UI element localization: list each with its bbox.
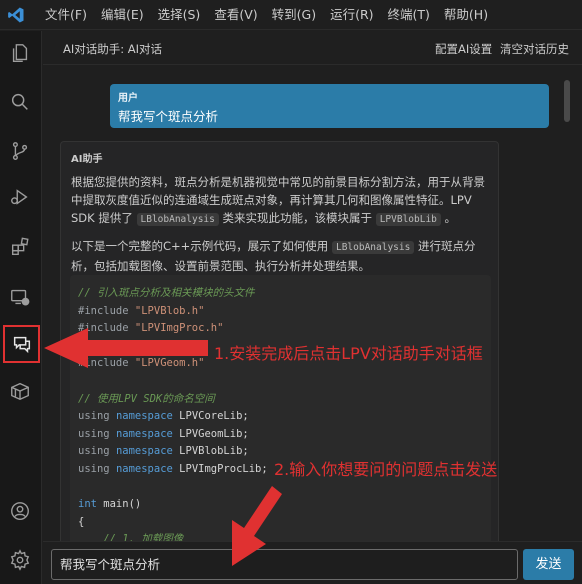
- source-control-icon[interactable]: [0, 129, 40, 173]
- menu-file[interactable]: 文件(F): [38, 0, 94, 30]
- activity-bar: [0, 31, 42, 584]
- code-line: #include "LPVBlob.h": [78, 304, 205, 317]
- remote-explorer-icon[interactable]: [0, 275, 40, 319]
- send-button[interactable]: 发送: [523, 549, 574, 580]
- settings-gear-icon[interactable]: [0, 538, 40, 582]
- vscode-logo-icon: [2, 0, 30, 30]
- menu-help[interactable]: 帮助(H): [437, 0, 495, 30]
- annotation-step-2: 2.输入你想要问的问题点击发送: [274, 460, 498, 479]
- extensions-icon[interactable]: [0, 225, 40, 269]
- menu-bar: 文件(F) 编辑(E) 选择(S) 查看(V) 转到(G) 运行(R) 终端(T…: [38, 0, 495, 30]
- ai-paragraph-2: 以下是一个完整的C++示例代码，展示了如何使用 LBlobAnalysis 进行…: [71, 239, 476, 273]
- code-block: // 引入斑点分析及相关模块的头文件 #include "LPVBlob.h" …: [70, 275, 491, 541]
- menu-go[interactable]: 转到(G): [265, 0, 323, 30]
- user-label: 用户: [118, 93, 138, 104]
- package-icon[interactable]: [0, 369, 40, 413]
- input-bar: 帮我写个斑点分析 发送: [43, 541, 582, 584]
- run-debug-icon[interactable]: [0, 175, 40, 219]
- account-icon[interactable]: [0, 489, 40, 533]
- chat-panel: AI对话助手: AI对话 配置AI设置 清空对话历史 用户 帮我写个斑点分析 A…: [43, 31, 582, 584]
- menu-selection[interactable]: 选择(S): [151, 0, 208, 30]
- inline-code: LBlobAnalysis: [136, 213, 219, 226]
- ai-label: AI助手: [71, 154, 103, 165]
- annotation-step-1: 1.安装完成后点击LPV对话助手对话框: [214, 344, 483, 363]
- code-comment: // 引入斑点分析及相关模块的头文件: [78, 287, 255, 299]
- menu-view[interactable]: 查看(V): [207, 0, 264, 30]
- explorer-icon[interactable]: [0, 31, 40, 75]
- code-line: {: [78, 515, 85, 528]
- inline-code: LBlobAnalysis: [331, 241, 415, 254]
- menu-edit[interactable]: 编辑(E): [94, 0, 151, 30]
- clear-history-button[interactable]: 清空对话历史: [500, 41, 569, 57]
- title-bar: 文件(F) 编辑(E) 选择(S) 查看(V) 转到(G) 运行(R) 终端(T…: [0, 0, 582, 30]
- menu-run[interactable]: 运行(R): [323, 0, 380, 30]
- chat-input[interactable]: 帮我写个斑点分析: [51, 549, 518, 580]
- code-line: using namespace LPVCoreLib;: [78, 410, 249, 423]
- code-line: int main(): [78, 498, 142, 511]
- user-message-text: 帮我写个斑点分析: [118, 109, 219, 124]
- search-icon[interactable]: [0, 80, 40, 124]
- code-blank: [78, 479, 483, 497]
- scrollbar-thumb[interactable]: [564, 80, 570, 122]
- user-message: 用户 帮我写个斑点分析: [110, 84, 549, 128]
- ai-paragraph-1: 根据您提供的资料，斑点分析是机器视觉中常见的前景目标分割方法，用于从背景中提取灰…: [71, 175, 485, 226]
- menu-terminal[interactable]: 终端(T): [381, 0, 437, 30]
- code-line: using namespace LPVGeomLib;: [78, 427, 249, 440]
- chat-icon[interactable]: [3, 325, 40, 363]
- panel-title: AI对话助手: AI对话: [63, 42, 163, 56]
- code-blank: [78, 373, 483, 391]
- code-comment: // 使用LPV SDK的命名空间: [78, 392, 215, 405]
- inline-code: LPVBlobLib: [375, 213, 441, 226]
- chat-header: AI对话助手: AI对话 配置AI设置 清空对话历史: [43, 31, 582, 65]
- code-line: #include "LPVImgProc.h": [78, 322, 224, 335]
- code-comment: // 1. 加载图像: [78, 533, 184, 541]
- configure-ai-button[interactable]: 配置AI设置: [435, 41, 492, 57]
